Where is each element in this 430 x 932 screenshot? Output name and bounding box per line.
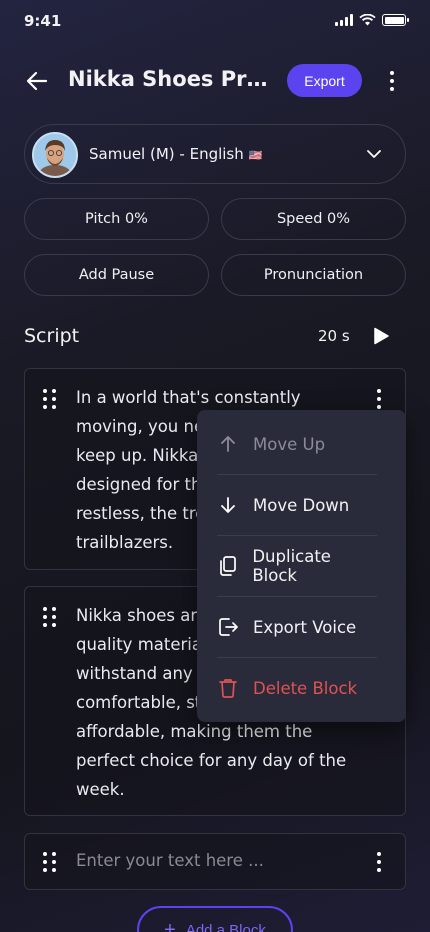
copy-icon bbox=[217, 555, 238, 577]
menu-item-label: Delete Block bbox=[253, 678, 358, 698]
voice-selector[interactable]: Samuel (M) - English 🇺🇸 bbox=[24, 124, 406, 184]
status-icons bbox=[335, 14, 409, 26]
back-button[interactable] bbox=[22, 66, 52, 96]
add-block-button[interactable]: + Add a Block bbox=[137, 906, 293, 932]
play-icon bbox=[374, 327, 389, 345]
more-options-icon[interactable] bbox=[382, 68, 402, 94]
voice-name: Samuel (M) - English 🇺🇸 bbox=[89, 145, 263, 163]
menu-item-label: Export Voice bbox=[253, 617, 357, 637]
block-context-menu: Move Up Move Down Duplicate Block Export… bbox=[197, 410, 406, 722]
arrow-down-icon bbox=[217, 494, 239, 516]
drag-handle-icon[interactable] bbox=[43, 852, 57, 872]
chevron-down-icon bbox=[367, 150, 381, 158]
menu-item-move-up[interactable]: Move Up bbox=[217, 414, 377, 474]
add-block-label: Add a Block bbox=[185, 921, 266, 932]
signal-icon bbox=[335, 14, 353, 26]
add-pause-button[interactable]: Add Pause bbox=[24, 254, 209, 296]
menu-item-label: Duplicate Block bbox=[252, 547, 331, 585]
menu-item-label: Move Down bbox=[253, 495, 350, 515]
menu-item-move-down[interactable]: Move Down bbox=[217, 475, 377, 535]
arrow-up-icon bbox=[217, 433, 239, 455]
plus-icon: + bbox=[164, 918, 176, 932]
menu-item-label: Move Up bbox=[253, 434, 326, 454]
header: Nikka Shoes Pro... Export bbox=[0, 60, 430, 102]
export-icon bbox=[217, 616, 239, 638]
flag-icon: 🇺🇸 bbox=[248, 149, 263, 162]
page-title: Nikka Shoes Pro... bbox=[68, 67, 268, 91]
battery-icon bbox=[382, 14, 409, 26]
play-button[interactable] bbox=[371, 326, 391, 346]
speed-button[interactable]: Speed 0% bbox=[221, 198, 406, 240]
pitch-button[interactable]: Pitch 0% bbox=[24, 198, 209, 240]
menu-item-delete-block[interactable]: Delete Block bbox=[217, 658, 377, 718]
script-heading: Script bbox=[24, 325, 80, 347]
script-duration: 20 s bbox=[318, 327, 350, 345]
menu-item-export-voice[interactable]: Export Voice bbox=[217, 597, 377, 657]
menu-item-duplicate-block[interactable]: Duplicate Block bbox=[217, 536, 377, 596]
avatar bbox=[32, 132, 78, 178]
block-placeholder[interactable]: Enter your text here ... bbox=[76, 851, 264, 870]
block-options-icon[interactable] bbox=[373, 851, 385, 873]
trash-icon bbox=[217, 677, 239, 699]
new-block-input[interactable]: Enter your text here ... bbox=[24, 833, 406, 890]
drag-handle-icon[interactable] bbox=[43, 607, 57, 627]
block-options-icon[interactable] bbox=[373, 388, 385, 410]
drag-handle-icon[interactable] bbox=[43, 389, 57, 409]
status-time: 9:41 bbox=[24, 12, 62, 30]
export-button[interactable]: Export bbox=[287, 64, 362, 97]
wifi-icon bbox=[359, 14, 376, 26]
status-bar: 9:41 bbox=[0, 0, 430, 44]
pronunciation-button[interactable]: Pronunciation bbox=[221, 254, 406, 296]
arrow-left-icon bbox=[26, 71, 48, 91]
